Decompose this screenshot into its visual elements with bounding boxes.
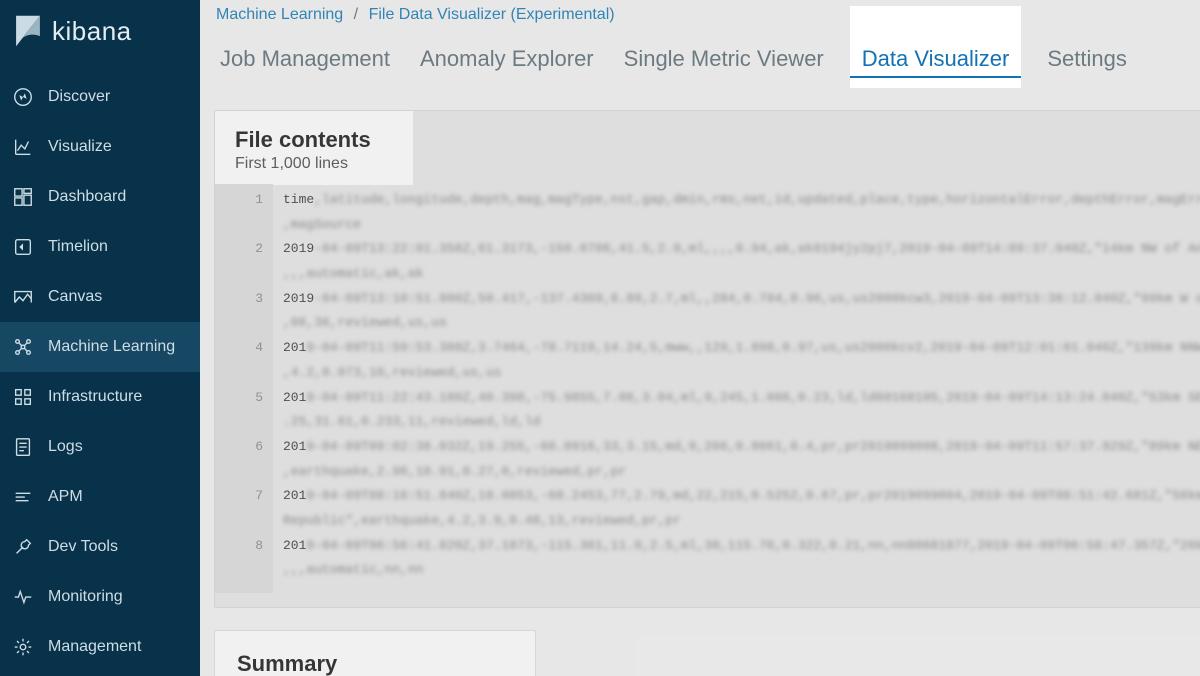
summary-panel: Summary Number of lines analyzed 1000 Fo…	[214, 630, 536, 676]
sidebar-item-label: Management	[48, 638, 141, 656]
code-text-blur: ,,,automatic,nn,nn	[283, 558, 423, 583]
code-text-blur: ,earthquake,2.96,18.91,0.27,0,reviewed,p…	[283, 460, 626, 485]
code-text: 201	[283, 488, 306, 503]
line-number: 2	[225, 237, 263, 262]
sidebar-item-machine-learning[interactable]: Machine Learning	[0, 322, 200, 372]
code-text-blur: -04-09T13:22:01.358Z,61.3173,-150.0706,4…	[314, 237, 1200, 262]
infrastructure-icon	[12, 386, 34, 408]
kibana-logo-icon	[14, 14, 42, 48]
code-text: 2019	[283, 291, 314, 306]
code-text: 201	[283, 538, 306, 553]
sidebar-item-visualize[interactable]: Visualize	[0, 122, 200, 172]
tab-data-visualizer[interactable]: Data Visualizer	[850, 6, 1022, 88]
main-content: Machine Learning / File Data Visualizer …	[200, 0, 1200, 676]
sidebar-item-label: Machine Learning	[48, 338, 175, 356]
tab-job-management[interactable]: Job Management	[216, 40, 394, 88]
sidebar-item-label: Discover	[48, 88, 110, 106]
code-text: 201	[283, 439, 306, 454]
code-text-blur: 9-04-09T06:56:41.820Z,37.1873,-115.361,1…	[306, 534, 1200, 559]
app-logo[interactable]: kibana	[0, 0, 200, 72]
ml-icon	[12, 336, 34, 358]
logs-icon	[12, 436, 34, 458]
code-text-blur: .25,31.61,0.233,11,reviewed,ld,ld	[283, 410, 540, 435]
file-contents-title: File contents	[235, 127, 393, 153]
file-contents-subtitle: First 1,000 lines	[235, 155, 393, 173]
dashboard-icon	[12, 186, 34, 208]
line-number: 6	[225, 435, 263, 460]
summary-title: Summary	[237, 651, 513, 676]
sidebar-item-logs[interactable]: Logs	[0, 422, 200, 472]
canvas-icon	[12, 286, 34, 308]
sidebar-item-dashboard[interactable]: Dashboard	[0, 172, 200, 222]
sidebar: kibana Discover Visualize Dashboard Time…	[0, 0, 200, 676]
line-number-gutter: 1 2 3 4 5 6 7 8	[215, 184, 273, 593]
chart-icon	[12, 136, 34, 158]
tab-anomaly-explorer[interactable]: Anomaly Explorer	[416, 40, 598, 88]
sidebar-item-label: Monitoring	[48, 588, 123, 606]
line-number: 5	[225, 386, 263, 411]
sidebar-item-label: Logs	[48, 438, 83, 456]
line-number: 1	[225, 188, 263, 213]
compass-icon	[12, 86, 34, 108]
file-contents-header: File contents First 1,000 lines	[215, 111, 413, 185]
wrench-icon	[12, 536, 34, 558]
breadcrumb-current[interactable]: File Data Visualizer (Experimental)	[369, 6, 615, 23]
app-name: kibana	[52, 16, 132, 47]
sidebar-item-timelion[interactable]: Timelion	[0, 222, 200, 272]
code-lines: time,latitude,longitude,depth,mag,magTyp…	[273, 184, 1200, 593]
timelion-icon	[12, 236, 34, 258]
file-contents-panel: File contents First 1,000 lines 1 2 3 4 …	[214, 110, 1200, 608]
code-text-blur: 9-04-09T09:02:38.032Z,19.255,-66.0916,33…	[306, 435, 1200, 460]
code-text: 2019	[283, 241, 314, 256]
sidebar-item-infrastructure[interactable]: Infrastructure	[0, 372, 200, 422]
code-text-blur: 9-04-09T11:59:53.388Z,3.7464,-78.7119,14…	[306, 336, 1200, 361]
code-text-blur: ,latitude,longitude,depth,mag,magType,ns…	[314, 188, 1200, 213]
code-text: 201	[283, 340, 306, 355]
tab-settings[interactable]: Settings	[1043, 40, 1131, 88]
breadcrumb-root[interactable]: Machine Learning	[216, 6, 343, 23]
sidebar-item-label: Canvas	[48, 288, 102, 306]
gear-icon	[12, 636, 34, 658]
line-number: 4	[225, 336, 263, 361]
code-text: time	[283, 192, 314, 207]
line-number: 3	[225, 287, 263, 312]
apm-icon	[12, 486, 34, 508]
breadcrumb: Machine Learning / File Data Visualizer …	[200, 0, 1200, 24]
code-text: 201	[283, 390, 306, 405]
code-text-blur: -04-09T13:10:51.900Z,50.417,-137.4369,6.…	[314, 287, 1200, 312]
sidebar-item-discover[interactable]: Discover	[0, 72, 200, 122]
sidebar-item-canvas[interactable]: Canvas	[0, 272, 200, 322]
code-text-blur: 9-04-09T11:22:43.180Z,40.398,-75.9855,7.…	[306, 386, 1200, 411]
breadcrumb-separator: /	[354, 6, 358, 23]
sidebar-item-dev-tools[interactable]: Dev Tools	[0, 522, 200, 572]
sidebar-item-label: Dashboard	[48, 188, 126, 206]
tab-bar: Job Management Anomaly Explorer Single M…	[200, 24, 1200, 88]
sidebar-item-label: Visualize	[48, 138, 112, 156]
sidebar-item-label: Timelion	[48, 238, 108, 256]
sidebar-item-apm[interactable]: APM	[0, 472, 200, 522]
code-text-blur: ,4.2,0.073,10,reviewed,us,us	[283, 361, 501, 386]
line-number: 8	[225, 534, 263, 559]
code-text-blur: Republic",earthquake,4.2,3.9,0.48,13,rev…	[283, 509, 681, 534]
sidebar-item-label: APM	[48, 488, 83, 506]
sidebar-item-label: Dev Tools	[48, 538, 118, 556]
sidebar-item-monitoring[interactable]: Monitoring	[0, 572, 200, 622]
heartbeat-icon	[12, 586, 34, 608]
code-text-blur: ,magSource	[283, 213, 361, 238]
file-contents-code: 1 2 3 4 5 6 7 8	[215, 184, 1200, 593]
tab-single-metric-viewer[interactable]: Single Metric Viewer	[620, 40, 828, 88]
sidebar-item-management[interactable]: Management	[0, 622, 200, 672]
line-number: 7	[225, 484, 263, 509]
content-area: File contents First 1,000 lines 1 2 3 4 …	[200, 88, 1200, 676]
code-text-blur: ,06,36,reviewed,us,us	[283, 311, 447, 336]
code-text-blur: 9-04-09T08:16:51.840Z,18.0053,-68.2453,7…	[306, 484, 1200, 509]
code-text-blur: ,,,automatic,ak,ak	[283, 262, 423, 287]
sidebar-item-label: Infrastructure	[48, 388, 142, 406]
